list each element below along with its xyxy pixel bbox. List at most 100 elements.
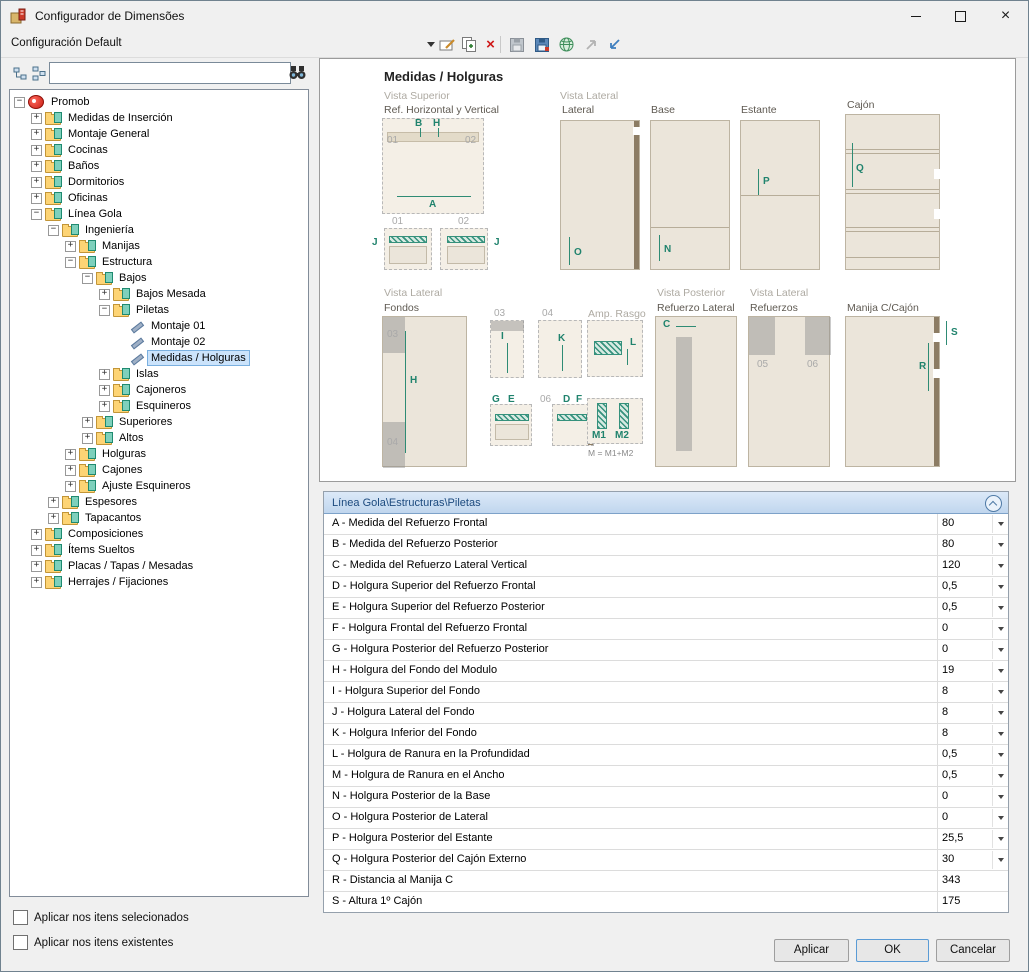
tree-item-manijas[interactable]: +Manijas (10, 238, 308, 254)
maximize-button[interactable] (938, 1, 983, 31)
expand-icon[interactable]: + (65, 481, 76, 492)
collapse-table-button[interactable] (985, 495, 1002, 512)
chevron-down-icon[interactable] (992, 599, 1008, 617)
tree-item-promob[interactable]: −Promob (10, 94, 308, 110)
expand-icon[interactable]: + (48, 497, 59, 508)
chevron-down-icon[interactable] (992, 767, 1008, 785)
chevron-down-icon[interactable] (992, 704, 1008, 722)
tree-item-bajos[interactable]: −Bajos (10, 270, 308, 286)
expand-icon[interactable]: + (31, 145, 42, 156)
expand-icon[interactable]: + (31, 177, 42, 188)
tree-item-ajuste-esquineros[interactable]: +Ajuste Esquineros (10, 478, 308, 494)
tree-item-islas[interactable]: +Islas (10, 366, 308, 382)
new-config-button[interactable] (460, 35, 479, 54)
chevron-down-icon[interactable] (992, 830, 1008, 848)
import-arrow-button[interactable] (582, 35, 601, 54)
ok-button[interactable]: OK (856, 939, 929, 962)
apply-existing-checkbox[interactable] (13, 935, 28, 950)
param-value-combobox[interactable]: 8 (938, 703, 1008, 723)
close-button[interactable]: × (983, 1, 1028, 31)
param-value-combobox[interactable]: 0,5 (938, 577, 1008, 597)
rename-config-button[interactable] (438, 35, 457, 54)
tree-item-cocinas[interactable]: +Cocinas (10, 142, 308, 158)
chevron-down-icon[interactable] (992, 788, 1008, 806)
param-value-combobox[interactable]: 0 (938, 640, 1008, 660)
tree-item-montaje-general[interactable]: +Montaje General (10, 126, 308, 142)
expand-icon[interactable]: + (65, 465, 76, 476)
tree-item-montaje-01[interactable]: Montaje 01 (10, 318, 308, 334)
chevron-down-icon[interactable] (992, 578, 1008, 596)
tree-item-ingenier-a[interactable]: −Ingeniería (10, 222, 308, 238)
save-button[interactable] (507, 35, 526, 54)
param-value-combobox[interactable]: 8 (938, 724, 1008, 744)
expand-icon[interactable]: + (31, 113, 42, 124)
chevron-down-icon[interactable] (992, 809, 1008, 827)
tree-item-dormitorios[interactable]: +Dormitorios (10, 174, 308, 190)
chevron-down-icon[interactable] (992, 662, 1008, 680)
expand-all-button[interactable] (12, 62, 29, 84)
collapse-icon[interactable]: − (48, 225, 59, 236)
tree-item-estructura[interactable]: −Estructura (10, 254, 308, 270)
param-value-combobox[interactable]: 120 (938, 556, 1008, 576)
expand-icon[interactable]: + (48, 513, 59, 524)
tree-item-medidas-de-inserci-n[interactable]: +Medidas de Inserción (10, 110, 308, 126)
expand-icon[interactable]: + (99, 385, 110, 396)
tree-item-espesores[interactable]: +Espesores (10, 494, 308, 510)
collapse-icon[interactable]: − (31, 209, 42, 220)
cancel-button[interactable]: Cancelar (936, 939, 1010, 962)
export-arrow-button[interactable] (605, 35, 624, 54)
chevron-down-icon[interactable] (992, 620, 1008, 638)
tree-item-tems-sueltos[interactable]: +Ítems Sueltos (10, 542, 308, 558)
search-input[interactable] (49, 62, 291, 84)
tree-item-holguras[interactable]: +Holguras (10, 446, 308, 462)
collapse-icon[interactable]: − (14, 97, 25, 108)
tree-item-placas-tapas-mesadas[interactable]: +Placas / Tapas / Mesadas (10, 558, 308, 574)
tree-item-herrajes-fijaciones[interactable]: +Herrajes / Fijaciones (10, 574, 308, 590)
param-value-combobox[interactable]: 0,5 (938, 745, 1008, 765)
tree-item-oficinas[interactable]: +Oficinas (10, 190, 308, 206)
expand-icon[interactable]: + (99, 289, 110, 300)
param-value-combobox[interactable]: 30 (938, 850, 1008, 870)
tree-item-composiciones[interactable]: +Composiciones (10, 526, 308, 542)
tree-item-esquineros[interactable]: +Esquineros (10, 398, 308, 414)
chevron-down-icon[interactable] (992, 746, 1008, 764)
param-value-combobox[interactable]: 80 (938, 514, 1008, 534)
collapse-all-button[interactable] (31, 62, 48, 84)
chevron-down-icon[interactable] (992, 536, 1008, 554)
search-binoculars-icon[interactable] (288, 64, 307, 81)
chevron-down-icon[interactable] (992, 725, 1008, 743)
expand-icon[interactable]: + (31, 545, 42, 556)
tree-item-tapacantos[interactable]: +Tapacantos (10, 510, 308, 526)
expand-icon[interactable]: + (82, 433, 93, 444)
param-value-combobox[interactable]: 25,5 (938, 829, 1008, 849)
tree-item-l-nea-gola[interactable]: −Línea Gola (10, 206, 308, 222)
expand-icon[interactable]: + (31, 193, 42, 204)
collapse-icon[interactable]: − (99, 305, 110, 316)
collapse-icon[interactable]: − (82, 273, 93, 284)
expand-icon[interactable]: + (31, 129, 42, 140)
expand-icon[interactable]: + (65, 449, 76, 460)
expand-icon[interactable]: + (65, 241, 76, 252)
expand-icon[interactable]: + (82, 417, 93, 428)
param-value-combobox[interactable]: 19 (938, 661, 1008, 681)
apply-button[interactable]: Aplicar (774, 939, 849, 962)
expand-icon[interactable]: + (99, 369, 110, 380)
tree-item-cajoneros[interactable]: +Cajoneros (10, 382, 308, 398)
chevron-down-icon[interactable] (992, 515, 1008, 533)
tree-item-cajones[interactable]: +Cajones (10, 462, 308, 478)
expand-icon[interactable]: + (31, 577, 42, 588)
expand-icon[interactable]: + (31, 161, 42, 172)
tree-item-altos[interactable]: +Altos (10, 430, 308, 446)
delete-config-button[interactable]: × (481, 35, 500, 54)
expand-icon[interactable]: + (31, 561, 42, 572)
tree-item-montaje-02[interactable]: Montaje 02 (10, 334, 308, 350)
save-all-button[interactable] (532, 35, 551, 54)
tree-item-superiores[interactable]: +Superiores (10, 414, 308, 430)
chevron-down-icon[interactable] (992, 683, 1008, 701)
apply-selected-checkbox[interactable] (13, 910, 28, 925)
minimize-button[interactable] (893, 1, 938, 31)
expand-icon[interactable]: + (31, 529, 42, 540)
chevron-down-icon[interactable] (992, 851, 1008, 869)
collapse-icon[interactable]: − (65, 257, 76, 268)
expand-icon[interactable]: + (99, 401, 110, 412)
